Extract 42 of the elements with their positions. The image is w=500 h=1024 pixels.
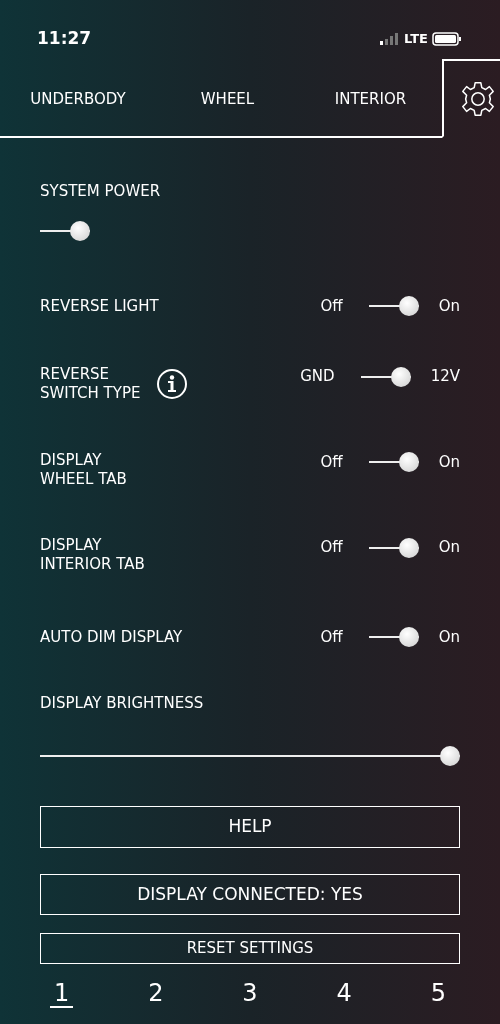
toggle-thumb[interactable] [398,296,419,316]
on-label: On [438,451,460,473]
off-label: Off [320,626,343,648]
toggle-thumb[interactable] [398,537,419,558]
on-label: On [438,295,460,317]
toggle-thumb[interactable] [398,627,419,647]
setting-label: DISPLAY WHEEL TAB [40,450,127,489]
page-number[interactable]: 3 [238,979,262,1008]
setting-label: REVERSE LIGHT [40,296,159,316]
page-number[interactable]: 4 [332,979,356,1008]
toggle-thumb[interactable] [398,452,419,472]
settings-icon [459,79,497,118]
settings-tab[interactable] [442,59,500,138]
tab[interactable]: UNDERBODY [0,62,156,138]
off-label: Off [320,537,343,559]
page-number[interactable]: 5 [426,979,450,1008]
setting-label: DISPLAY BRIGHTNESS [40,694,204,713]
reset-settings-button[interactable]: RESET SETTINGS [40,933,460,964]
display-connected-button[interactable]: DISPLAY CONNECTED: YES [40,873,460,915]
off-label: Off [320,295,343,317]
setting-label: SYSTEM POWER [40,182,161,201]
page-number[interactable]: 1 [50,979,74,1008]
battery-icon [432,32,462,46]
info-icon[interactable] [156,368,189,400]
signal-icon [380,33,401,45]
status-time: 11:27 [37,27,92,51]
network-label: LTE [404,30,428,49]
tab[interactable]: WHEEL [156,62,299,138]
off-label: Off [320,451,343,473]
slider-thumb[interactable] [440,746,460,766]
on-label: On [438,537,460,559]
setting-label: DISPLAY INTERIOR TAB [40,536,145,574]
toggle-thumb[interactable] [390,366,411,387]
setting-label: AUTO DIM DISPLAY [40,627,183,647]
help-button[interactable]: HELP [40,806,460,848]
setting-label: REVERSE SWITCH TYPE [40,365,141,403]
off-label: GND [300,366,335,388]
page-number[interactable]: 2 [144,979,168,1008]
on-label: On [438,626,460,648]
on-label: 12V [430,366,460,388]
toggle-thumb[interactable] [70,220,90,241]
tab[interactable]: INTERIOR [299,62,442,138]
